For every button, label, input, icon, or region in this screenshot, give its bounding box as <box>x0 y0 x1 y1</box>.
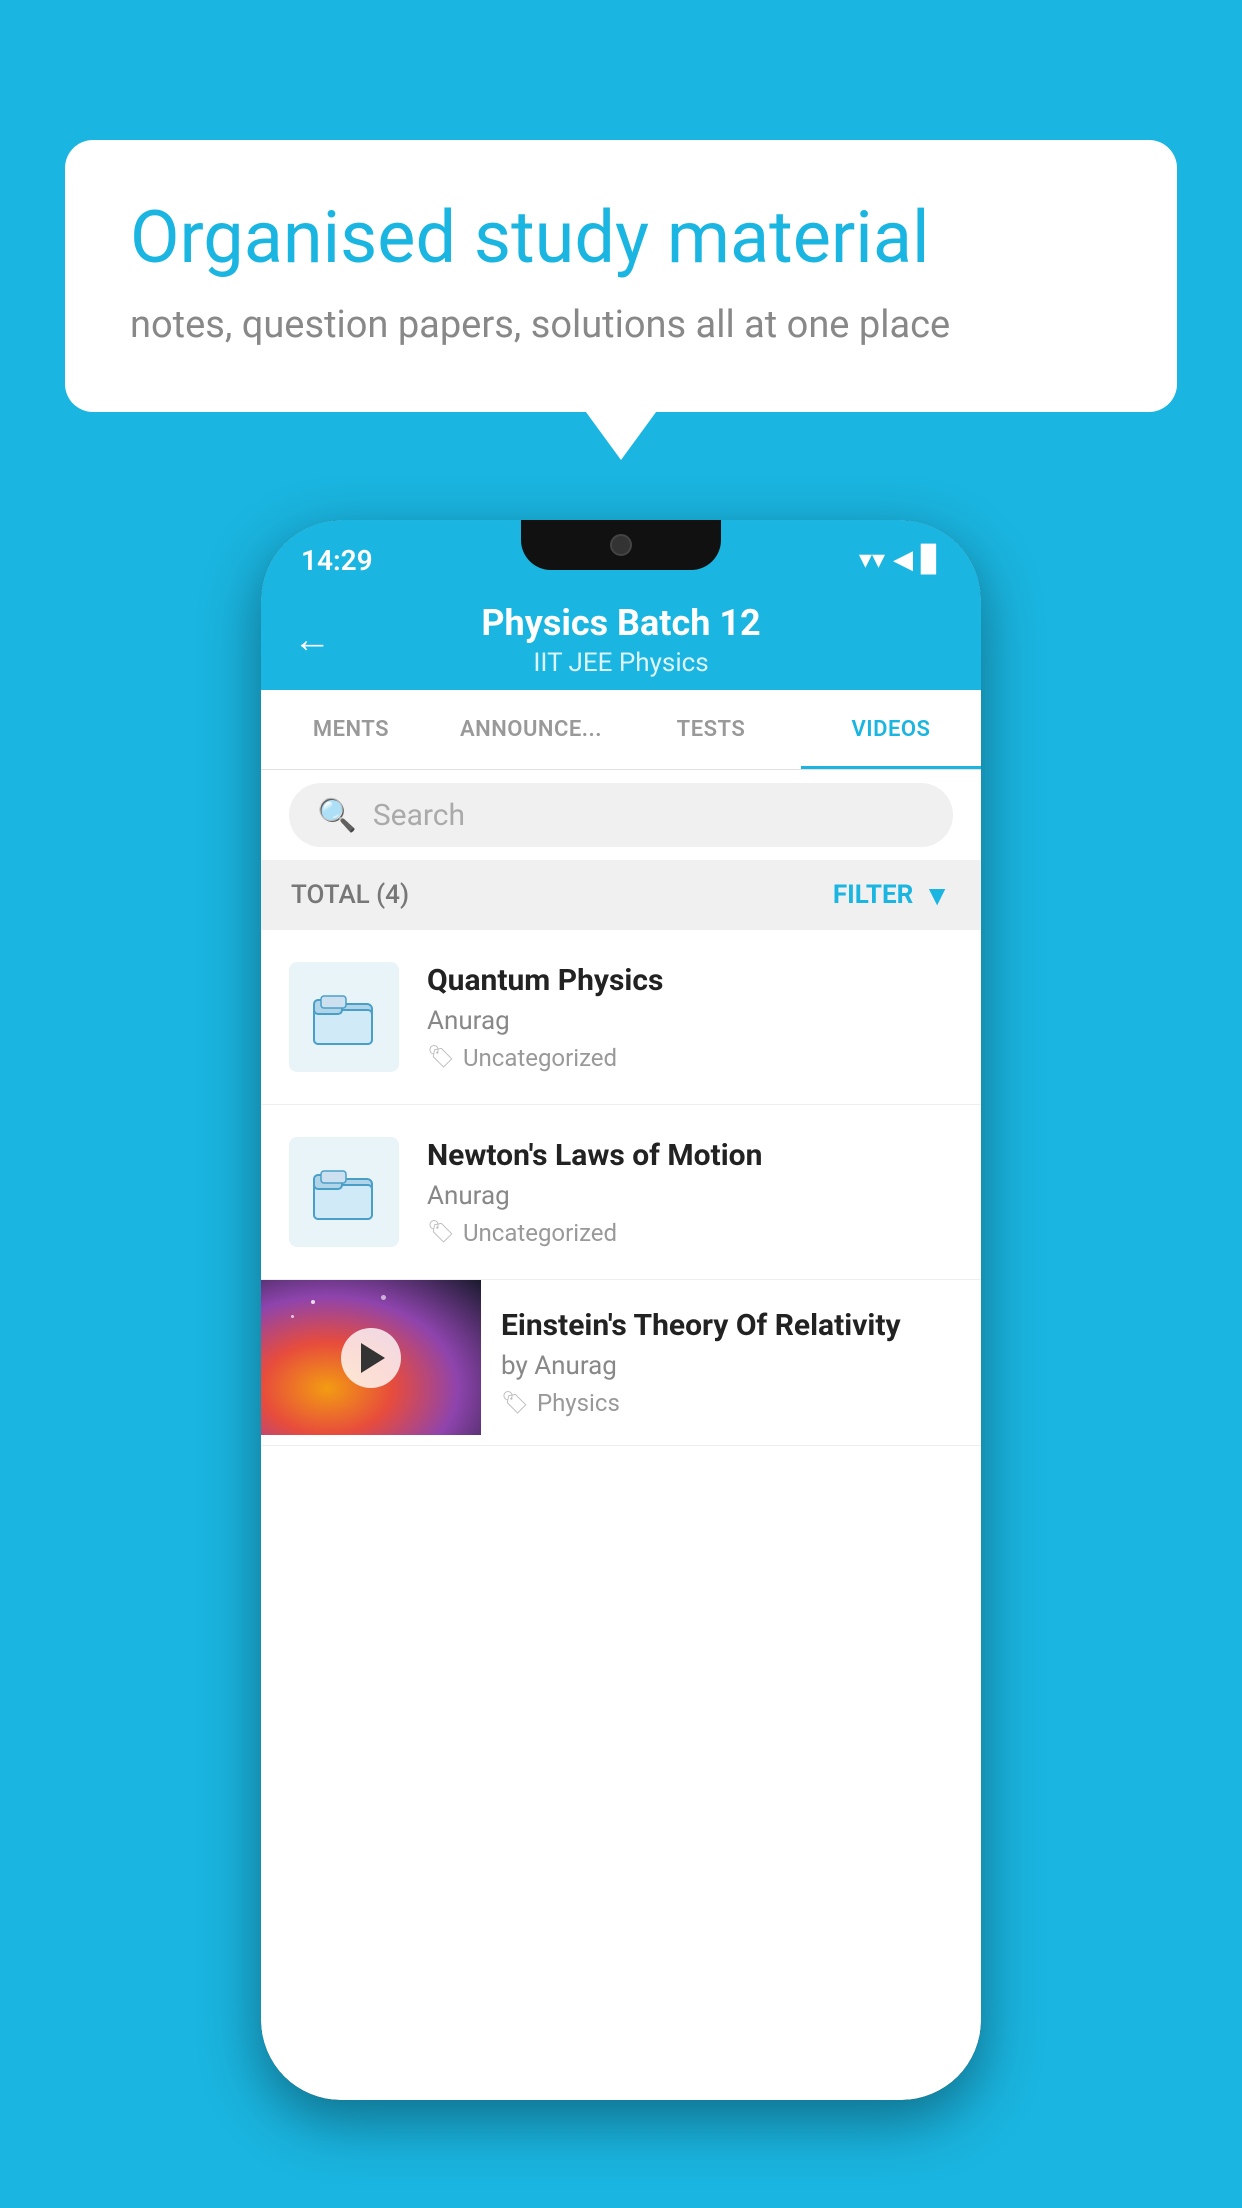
search-bar: 🔍 Search <box>261 770 981 860</box>
video-thumbnail <box>261 1280 481 1435</box>
video-title: Quantum Physics <box>427 963 953 998</box>
front-camera <box>610 534 632 556</box>
list-item[interactable]: Quantum Physics Anurag 🏷 Uncategorized <box>261 930 981 1105</box>
play-button[interactable] <box>341 1328 401 1388</box>
tabs-bar: MENTS ANNOUNCE... TESTS VIDEOS <box>261 690 981 770</box>
battery-icon: ▊ <box>921 545 941 575</box>
tag-label: Uncategorized <box>463 1219 617 1247</box>
signal-icon: ◀ <box>893 545 913 575</box>
list-item[interactable]: Einstein's Theory Of Relativity by Anura… <box>261 1280 981 1446</box>
play-triangle-icon <box>361 1343 385 1373</box>
tab-announcements[interactable]: ANNOUNCE... <box>441 690 621 769</box>
back-button[interactable]: ← <box>293 618 331 662</box>
list-item[interactable]: Newton's Laws of Motion Anurag 🏷 Uncateg… <box>261 1105 981 1280</box>
bubble-title: Organised study material <box>130 195 1112 281</box>
status-icons: ▾▾ ◀ ▊ <box>859 545 941 575</box>
folder-icon <box>309 982 379 1052</box>
tag-icon: 🏷 <box>427 1220 455 1245</box>
tag-label: Physics <box>537 1389 620 1417</box>
folder-icon <box>309 1157 379 1227</box>
filter-label: FILTER <box>833 880 913 910</box>
phone-screen: 14:29 ▾▾ ◀ ▊ ← Physics Batch 12 IIT JEE … <box>261 520 981 2100</box>
video-info: Einstein's Theory Of Relativity by Anura… <box>481 1280 981 1445</box>
video-tag: 🏷 Uncategorized <box>427 1219 953 1247</box>
video-folder-icon <box>289 962 399 1072</box>
tag-icon: 🏷 <box>427 1045 455 1070</box>
video-title: Einstein's Theory Of Relativity <box>501 1308 961 1343</box>
tab-videos[interactable]: VIDEOS <box>801 690 981 769</box>
header-title: Physics Batch 12 <box>481 602 760 644</box>
phone-frame: 14:29 ▾▾ ◀ ▊ ← Physics Batch 12 IIT JEE … <box>261 520 981 2100</box>
total-count-label: TOTAL (4) <box>291 880 409 910</box>
video-info: Newton's Laws of Motion Anurag 🏷 Uncateg… <box>427 1138 953 1247</box>
video-folder-icon <box>289 1137 399 1247</box>
video-tag: 🏷 Physics <box>501 1389 961 1417</box>
filter-button[interactable]: FILTER ▼ <box>833 879 951 912</box>
search-icon: 🔍 <box>317 796 357 834</box>
phone-notch <box>521 520 721 570</box>
header-subtitle: IIT JEE Physics <box>533 648 708 678</box>
filter-row: TOTAL (4) FILTER ▼ <box>261 860 981 930</box>
tab-ments[interactable]: MENTS <box>261 690 441 769</box>
bubble-subtitle: notes, question papers, solutions all at… <box>130 303 1112 347</box>
video-info: Quantum Physics Anurag 🏷 Uncategorized <box>427 963 953 1072</box>
status-time: 14:29 <box>301 544 373 577</box>
filter-icon: ▼ <box>923 879 951 912</box>
speech-bubble-container: Organised study material notes, question… <box>65 140 1177 412</box>
app-header: ← Physics Batch 12 IIT JEE Physics <box>261 590 981 690</box>
video-author: Anurag <box>427 1006 953 1036</box>
video-tag: 🏷 Uncategorized <box>427 1044 953 1072</box>
video-author: by Anurag <box>501 1351 961 1381</box>
tab-tests[interactable]: TESTS <box>621 690 801 769</box>
video-title: Newton's Laws of Motion <box>427 1138 953 1173</box>
tag-icon: 🏷 <box>501 1391 529 1416</box>
video-list: Quantum Physics Anurag 🏷 Uncategorized <box>261 930 981 2100</box>
video-author: Anurag <box>427 1181 953 1211</box>
wifi-icon: ▾▾ <box>859 545 885 575</box>
tag-label: Uncategorized <box>463 1044 617 1072</box>
search-input-wrapper[interactable]: 🔍 Search <box>289 783 953 847</box>
search-placeholder: Search <box>373 798 465 833</box>
speech-bubble: Organised study material notes, question… <box>65 140 1177 412</box>
